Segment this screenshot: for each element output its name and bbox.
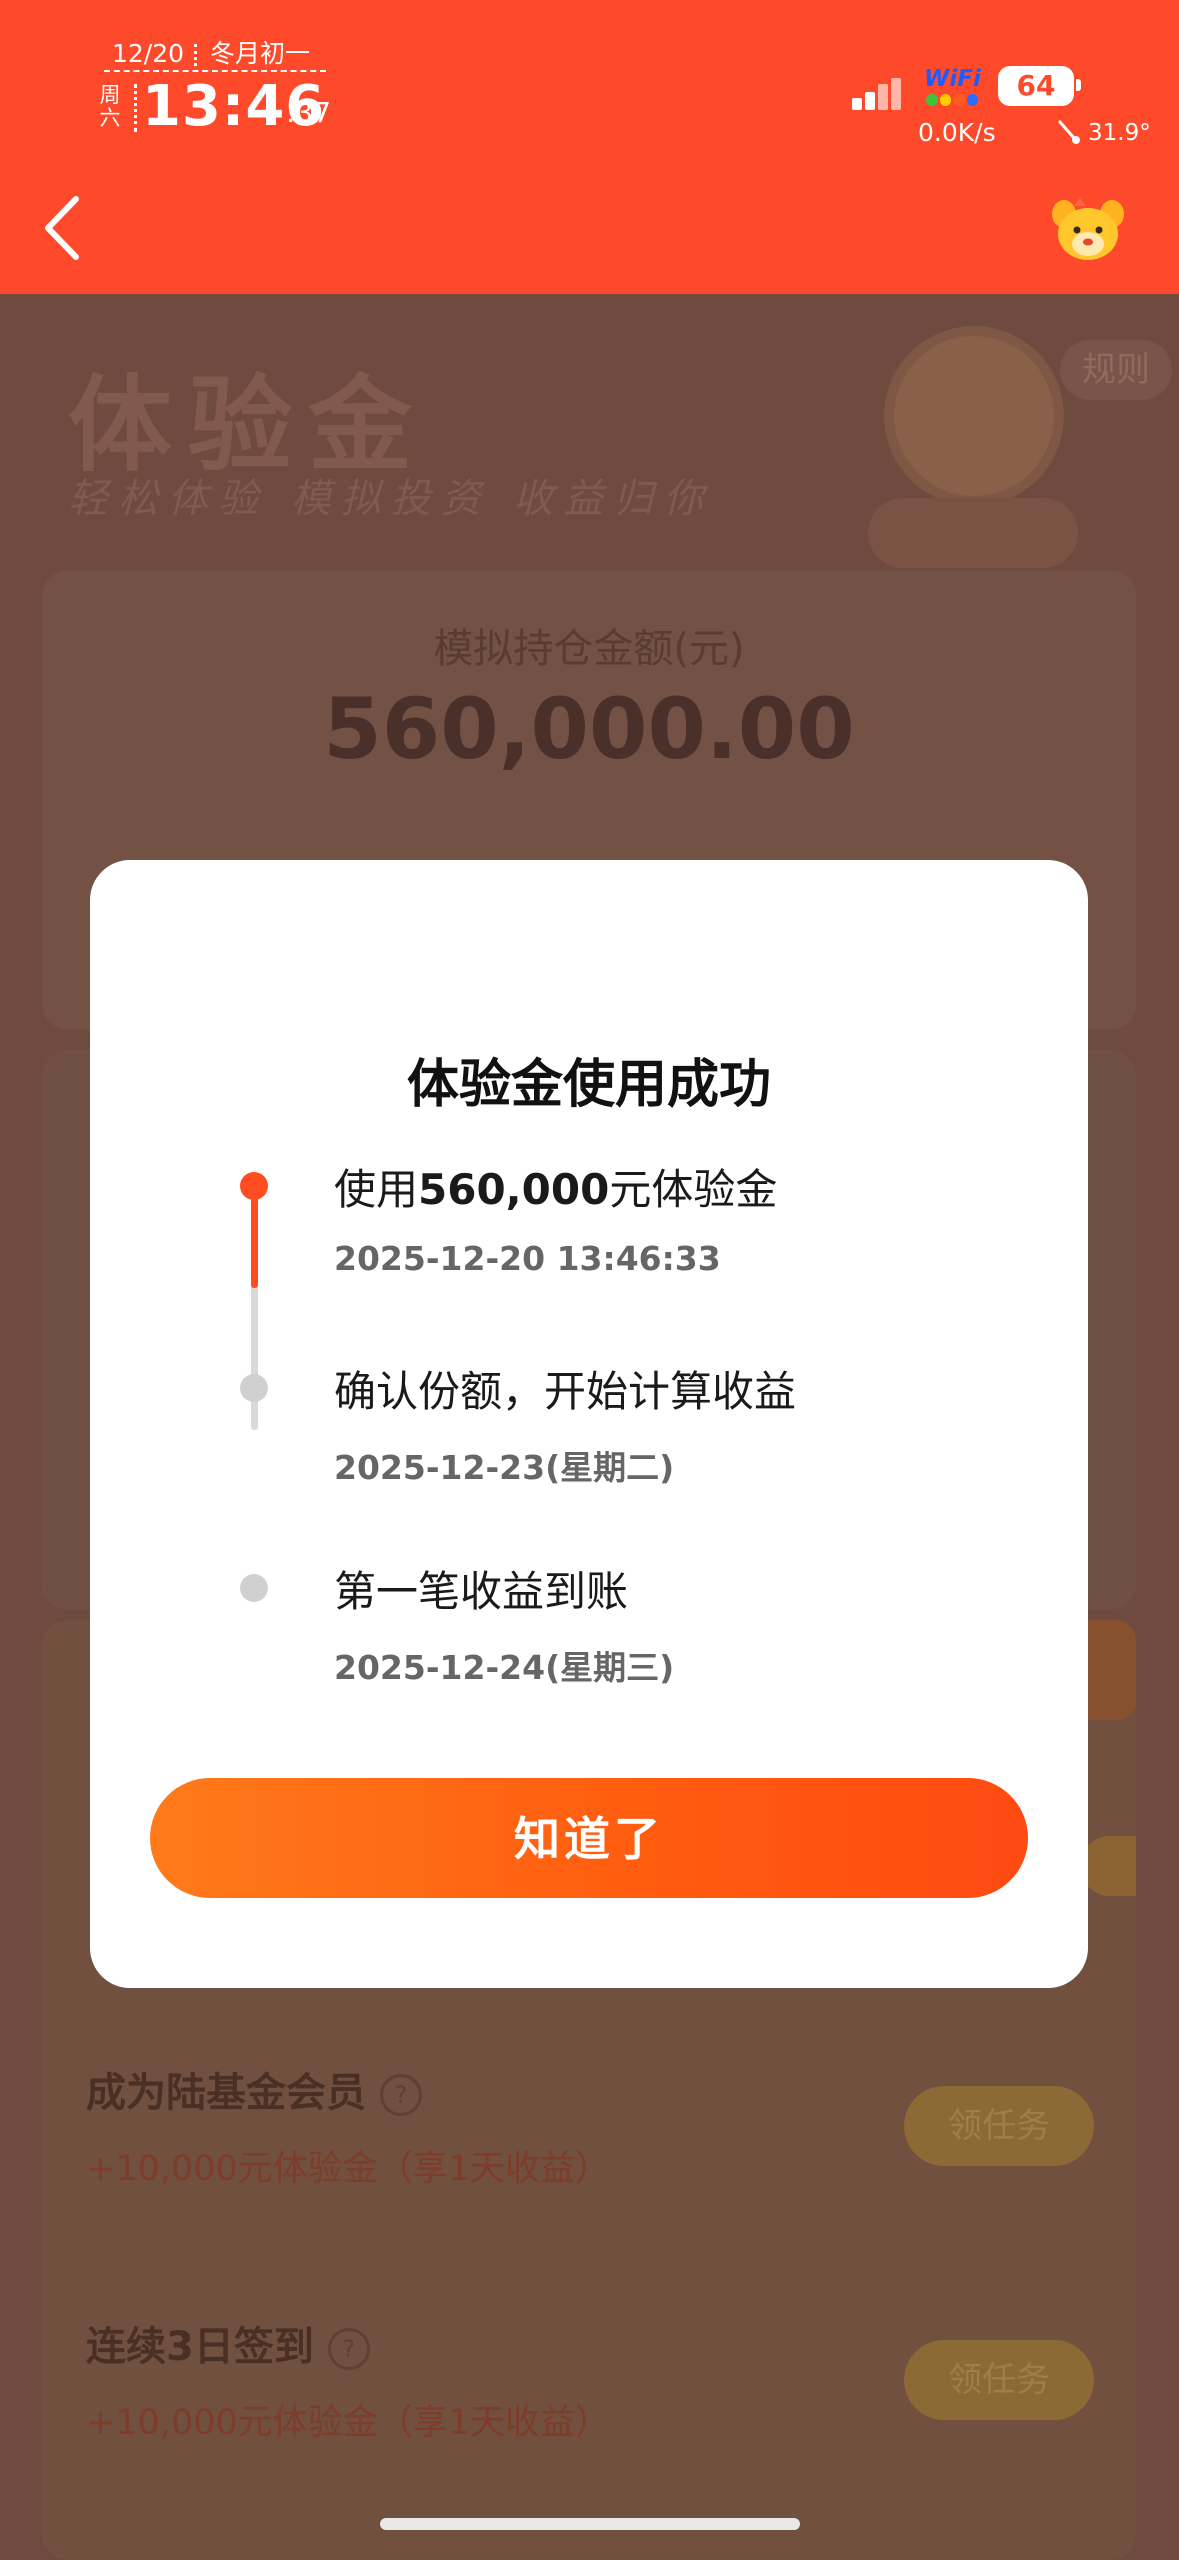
help-icon[interactable]: ?: [327, 2328, 370, 2370]
claim-task-button[interactable]: 领任务: [904, 2086, 1094, 2166]
task-title: 连续3日签到?: [86, 2314, 610, 2372]
status-date-text: 12/20: [112, 39, 185, 68]
task-button-peek: [1080, 1836, 1136, 1896]
dialog-title: 体验金使用成功: [406, 1055, 771, 1115]
status-time-separator: [134, 84, 137, 132]
task-reward: +10,000元体验金（享1天收益）: [86, 2403, 611, 2443]
claim-task-button[interactable]: 领任务: [904, 2340, 1094, 2420]
step-title-prefix: 使用: [334, 1165, 419, 1214]
wifi-icon: WiFi: [924, 66, 981, 92]
holding-amount: 560,000.00: [323, 680, 855, 778]
timeline-dot: [240, 1374, 268, 1402]
confirm-button[interactable]: 知道了: [150, 1778, 1028, 1898]
task-item: 成为陆基金会员? +10,000元体验金（享1天收益）: [86, 2060, 610, 2191]
thermometer-icon: [1058, 120, 1080, 144]
battery-tip: [1076, 79, 1081, 91]
task-title-text: 连续3日签到: [86, 2324, 314, 2370]
timeline-step: 使用560,000元体验金 2025-12-20 13:46:33: [334, 1156, 777, 1278]
task-title: 成为陆基金会员?: [86, 2060, 610, 2118]
timeline-step: 第一笔收益到账 2025-12-24(星期三): [334, 1558, 674, 1689]
status-divider: [104, 70, 326, 72]
mascot-icon[interactable]: [1050, 196, 1126, 262]
status-weekday: 周六: [99, 83, 121, 130]
help-icon[interactable]: ?: [380, 2074, 422, 2116]
chevron-left-icon[interactable]: [38, 193, 90, 263]
step-date: 2025-12-20 13:46:33: [334, 1239, 721, 1278]
coin-illustration: [884, 326, 1064, 506]
hero-subtitle: 轻松体验 模拟投资 收益归你: [68, 476, 714, 522]
timeline-dot-active: [240, 1172, 268, 1200]
step-title-amount: 560,000: [418, 1165, 610, 1214]
status-separator: [194, 44, 200, 66]
timeline-step: 确认份额，开始计算收益 2025-12-23(星期二): [334, 1358, 796, 1489]
rules-button[interactable]: 规则: [1060, 340, 1172, 400]
step-date: 2025-12-23(星期二): [334, 1448, 675, 1487]
status-seconds: :37: [286, 96, 332, 129]
holding-label: 模拟持仓金额(元): [433, 626, 745, 672]
step-title: 第一笔收益到账: [334, 1567, 629, 1616]
step-date: 2025-12-24(星期三): [334, 1648, 675, 1687]
temperature: 31.9°: [1088, 120, 1151, 146]
success-dialog: 体验金使用成功 使用560,000元体验金 2025-12-20 13:46:3…: [90, 860, 1088, 1988]
signal-icon: [852, 78, 901, 110]
net-speed: 0.0K/s: [918, 118, 996, 147]
step-title-suffix: 元体验金: [609, 1165, 778, 1214]
task-reward: +10,000元体验金（享1天收益）: [86, 2149, 611, 2189]
timeline-dot: [240, 1574, 268, 1602]
step-title: 确认份额，开始计算收益: [334, 1367, 797, 1416]
home-indicator[interactable]: [380, 2518, 800, 2530]
wifi-indicator: [926, 94, 978, 106]
task-title-text: 成为陆基金会员: [86, 2070, 366, 2116]
status-date: 12/20 冬月初一: [112, 34, 310, 70]
step-title: 使用560,000元体验金: [334, 1156, 777, 1217]
timeline-progress: [251, 1194, 258, 1288]
battery-icon: 64: [998, 66, 1074, 106]
task-item: 连续3日签到? +10,000元体验金（享1天收益）: [86, 2314, 610, 2445]
status-lunar-date: 冬月初一: [210, 39, 311, 68]
coin-stack-illustration: [868, 498, 1078, 568]
